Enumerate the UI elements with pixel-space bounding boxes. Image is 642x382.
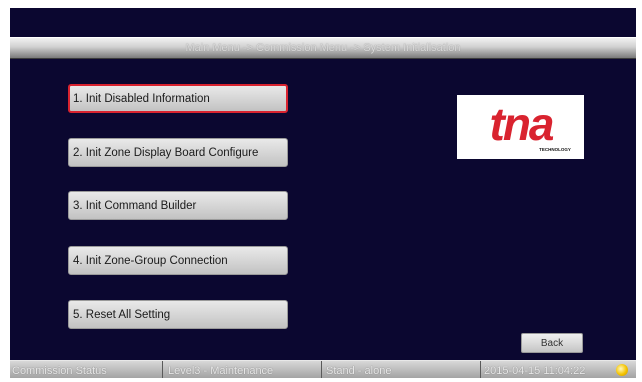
init-zone-group-connection-button[interactable]: 4. Init Zone-Group Connection [68, 246, 288, 275]
status-system-type: Stand - alone [326, 365, 392, 377]
init-zone-display-board-configure-button[interactable]: 2. Init Zone Display Board Configure [68, 138, 288, 167]
menu-item-label: 4. Init Zone-Group Connection [73, 255, 228, 267]
menu-item-label: 2. Init Zone Display Board Configure [73, 147, 259, 159]
menu-item-label: 1. Init Disabled Information [73, 93, 210, 105]
back-button-label: Back [540, 338, 564, 349]
logo-brand-text: tna [490, 98, 554, 150]
hmi-screen: Main Menu -> Commission Menu -> System I… [10, 8, 636, 378]
breadcrumb: Main Menu -> Commission Menu -> System I… [10, 37, 636, 59]
menu-item-label: 3. Init Command Builder [73, 200, 197, 212]
status-bar: Commission Status Level3 - Maintenance S… [10, 360, 636, 378]
menu-item-label: 5. Reset All Setting [73, 309, 171, 321]
status-indicator-icon [616, 364, 628, 376]
reset-all-setting-button[interactable]: 5. Reset All Setting [68, 300, 288, 329]
init-command-builder-button[interactable]: 3. Init Command Builder [68, 191, 288, 220]
breadcrumb-text: Main Menu -> Commission Menu -> System I… [185, 42, 461, 54]
status-access-level: Level3 - Maintenance [168, 365, 274, 377]
status-datetime: 2015-04-15 11:04:22 [484, 365, 586, 377]
status-divider [162, 361, 163, 378]
status-divider [321, 361, 322, 378]
status-divider [480, 361, 481, 378]
status-mode: Commission Status [12, 365, 107, 377]
logo-tagline-text: TECHNOLOGY [539, 147, 571, 152]
init-disabled-information-button[interactable]: 1. Init Disabled Information [68, 84, 288, 113]
tna-logo-graphic: tna TECHNOLOGY [490, 98, 571, 152]
tna-logo: tna TECHNOLOGY [457, 95, 584, 159]
back-button[interactable]: Back [521, 333, 583, 353]
